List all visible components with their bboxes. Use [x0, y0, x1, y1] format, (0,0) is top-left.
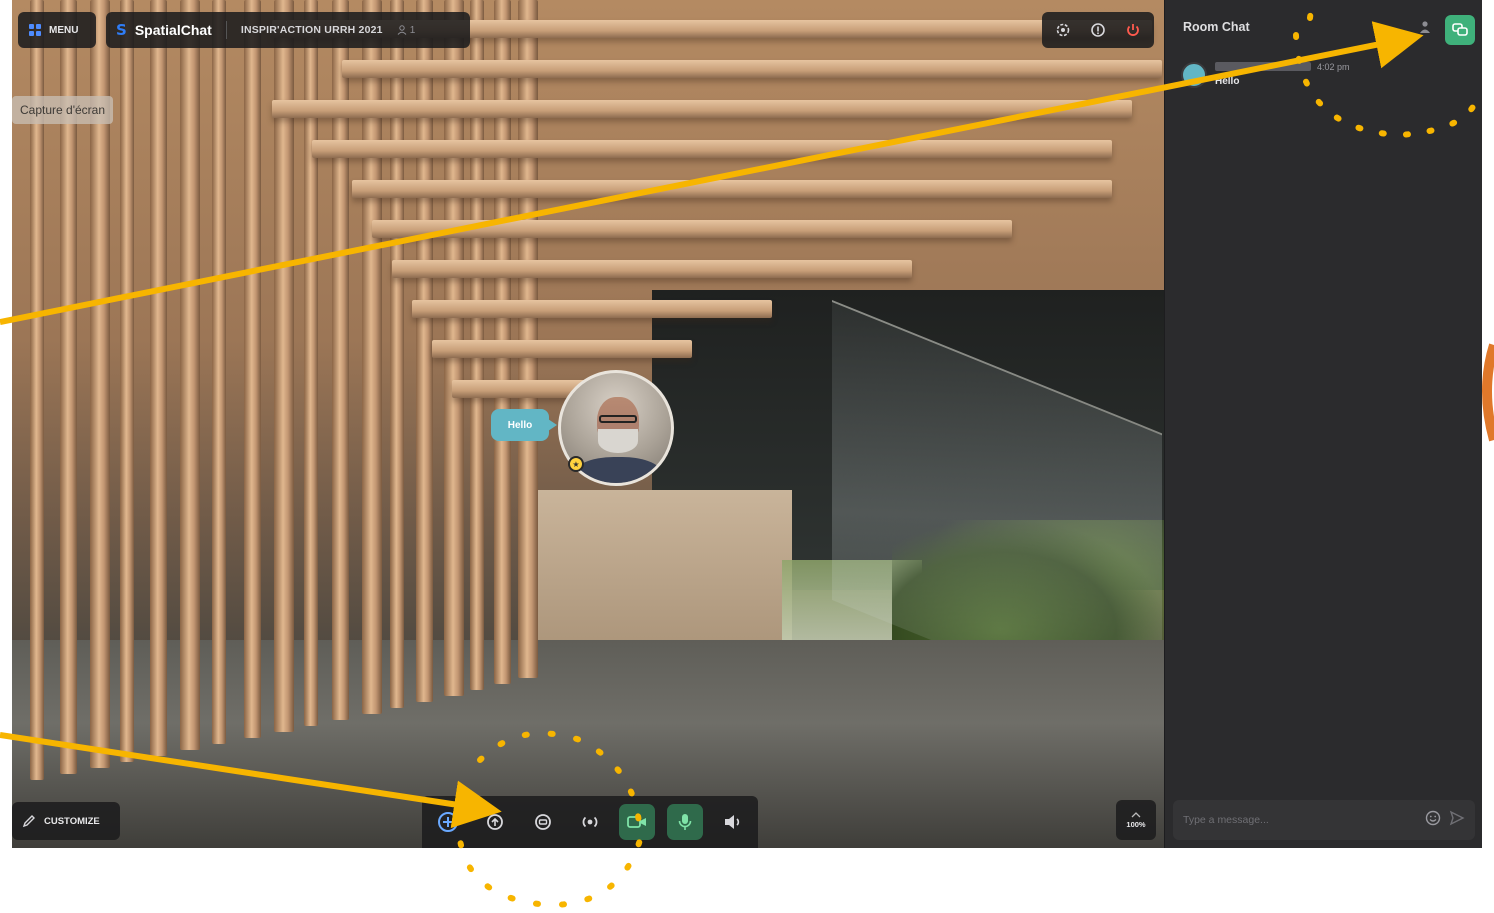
ceiling-beam — [312, 140, 1112, 158]
avatar-host-badge-icon: ★ — [568, 456, 584, 472]
wood-slat — [212, 0, 226, 744]
power-icon — [1127, 24, 1139, 36]
share-screen-button[interactable] — [477, 804, 513, 840]
pencil-icon — [22, 815, 35, 828]
microphone-icon — [678, 814, 691, 830]
room-name: INSPIR'ACTION URRH 2021 — [240, 24, 383, 36]
chat-participants-button[interactable] — [1419, 20, 1431, 39]
chat-panel-toggle[interactable] — [1445, 15, 1475, 45]
settings-button[interactable] — [1052, 19, 1074, 41]
chat-message-body: 4:02 pm Hello — [1215, 62, 1350, 88]
avatar-shirt — [573, 457, 663, 483]
spatialchat-window: Hello ★ MENU S SpatialChat INSPIR'ACTION… — [12, 0, 1482, 848]
send-button[interactable] — [1449, 810, 1465, 831]
wood-slat — [244, 0, 261, 738]
zoom-level: 100% — [1126, 819, 1146, 829]
chat-message-input[interactable] — [1183, 814, 1417, 826]
avatar-speech-bubble: Hello — [491, 409, 557, 441]
chat-title: Room Chat — [1183, 20, 1250, 34]
broadcast-button[interactable] — [572, 804, 608, 840]
speaker-toggle[interactable] — [714, 804, 750, 840]
camera-toggle[interactable] — [619, 804, 656, 840]
help-button[interactable] — [1087, 19, 1109, 41]
share-icon — [487, 814, 504, 830]
zoom-control[interactable]: 100% — [1116, 800, 1156, 840]
chat-message-avatar — [1181, 62, 1207, 88]
room-header: S SpatialChat INSPIR'ACTION URRH 2021 1 — [106, 12, 470, 48]
emoji-button[interactable] — [1425, 810, 1441, 831]
wood-slat — [120, 0, 134, 762]
add-content-button[interactable] — [430, 804, 466, 840]
send-icon — [1449, 810, 1465, 825]
wood-slat — [180, 0, 200, 750]
avatar-glasses — [599, 415, 637, 423]
emoji-icon — [1425, 810, 1441, 825]
header-divider — [225, 21, 227, 39]
room-background[interactable]: Hello ★ — [12, 0, 1164, 848]
speaker-icon — [724, 815, 740, 829]
menu-label: MENU — [49, 24, 79, 36]
chat-composer — [1173, 800, 1475, 840]
media-toolbar — [422, 796, 758, 848]
ceiling-beam — [342, 60, 1162, 78]
room-user-count-value: 1 — [409, 24, 416, 36]
menu-button[interactable]: MENU — [18, 12, 96, 48]
settings-icon — [1056, 23, 1070, 37]
top-controls — [1042, 12, 1154, 48]
customize-button[interactable]: CUSTOMIZE — [12, 802, 120, 840]
camera-icon — [627, 816, 647, 828]
menu-grid-icon — [29, 24, 41, 36]
screenshot-tooltip: Capture d'écran — [12, 96, 114, 124]
chat-message-time: 4:02 pm — [1317, 62, 1350, 72]
chevron-up-icon — [1131, 811, 1141, 817]
help-icon — [1091, 23, 1105, 37]
add-icon — [438, 812, 458, 832]
chat-button[interactable] — [525, 804, 561, 840]
room-user-count: 1 — [397, 24, 416, 36]
ceiling-beam — [432, 340, 692, 358]
ceiling-beam — [272, 100, 1132, 118]
customize-label: CUSTOMIZE — [44, 815, 100, 827]
chat-message-meta: 4:02 pm — [1215, 62, 1350, 72]
wood-slat — [150, 0, 167, 756]
ceiling-beam — [352, 180, 1112, 198]
ceiling-beam — [412, 300, 772, 318]
avatar-beard — [598, 429, 638, 453]
chat-message-text: Hello — [1215, 76, 1240, 87]
broadcast-icon — [582, 816, 598, 828]
person-icon — [397, 25, 407, 35]
ceiling-beam — [372, 220, 1012, 238]
chat-message: 4:02 pm Hello — [1181, 62, 1350, 88]
person-icon — [1420, 21, 1430, 33]
brand-name: SpatialChat — [134, 22, 212, 38]
annotation-edge-orange — [1482, 343, 1494, 442]
room-chat-panel: Room Chat 4:02 pm Hello — [1164, 0, 1482, 848]
spatialchat-logo-icon: S — [116, 21, 127, 39]
leave-button[interactable] — [1122, 19, 1144, 41]
ceiling-beam — [392, 260, 912, 278]
microphone-toggle[interactable] — [666, 804, 703, 840]
chat-bubbles-icon — [1452, 23, 1468, 36]
chat-icon — [534, 814, 551, 830]
chat-message-author — [1215, 62, 1311, 71]
